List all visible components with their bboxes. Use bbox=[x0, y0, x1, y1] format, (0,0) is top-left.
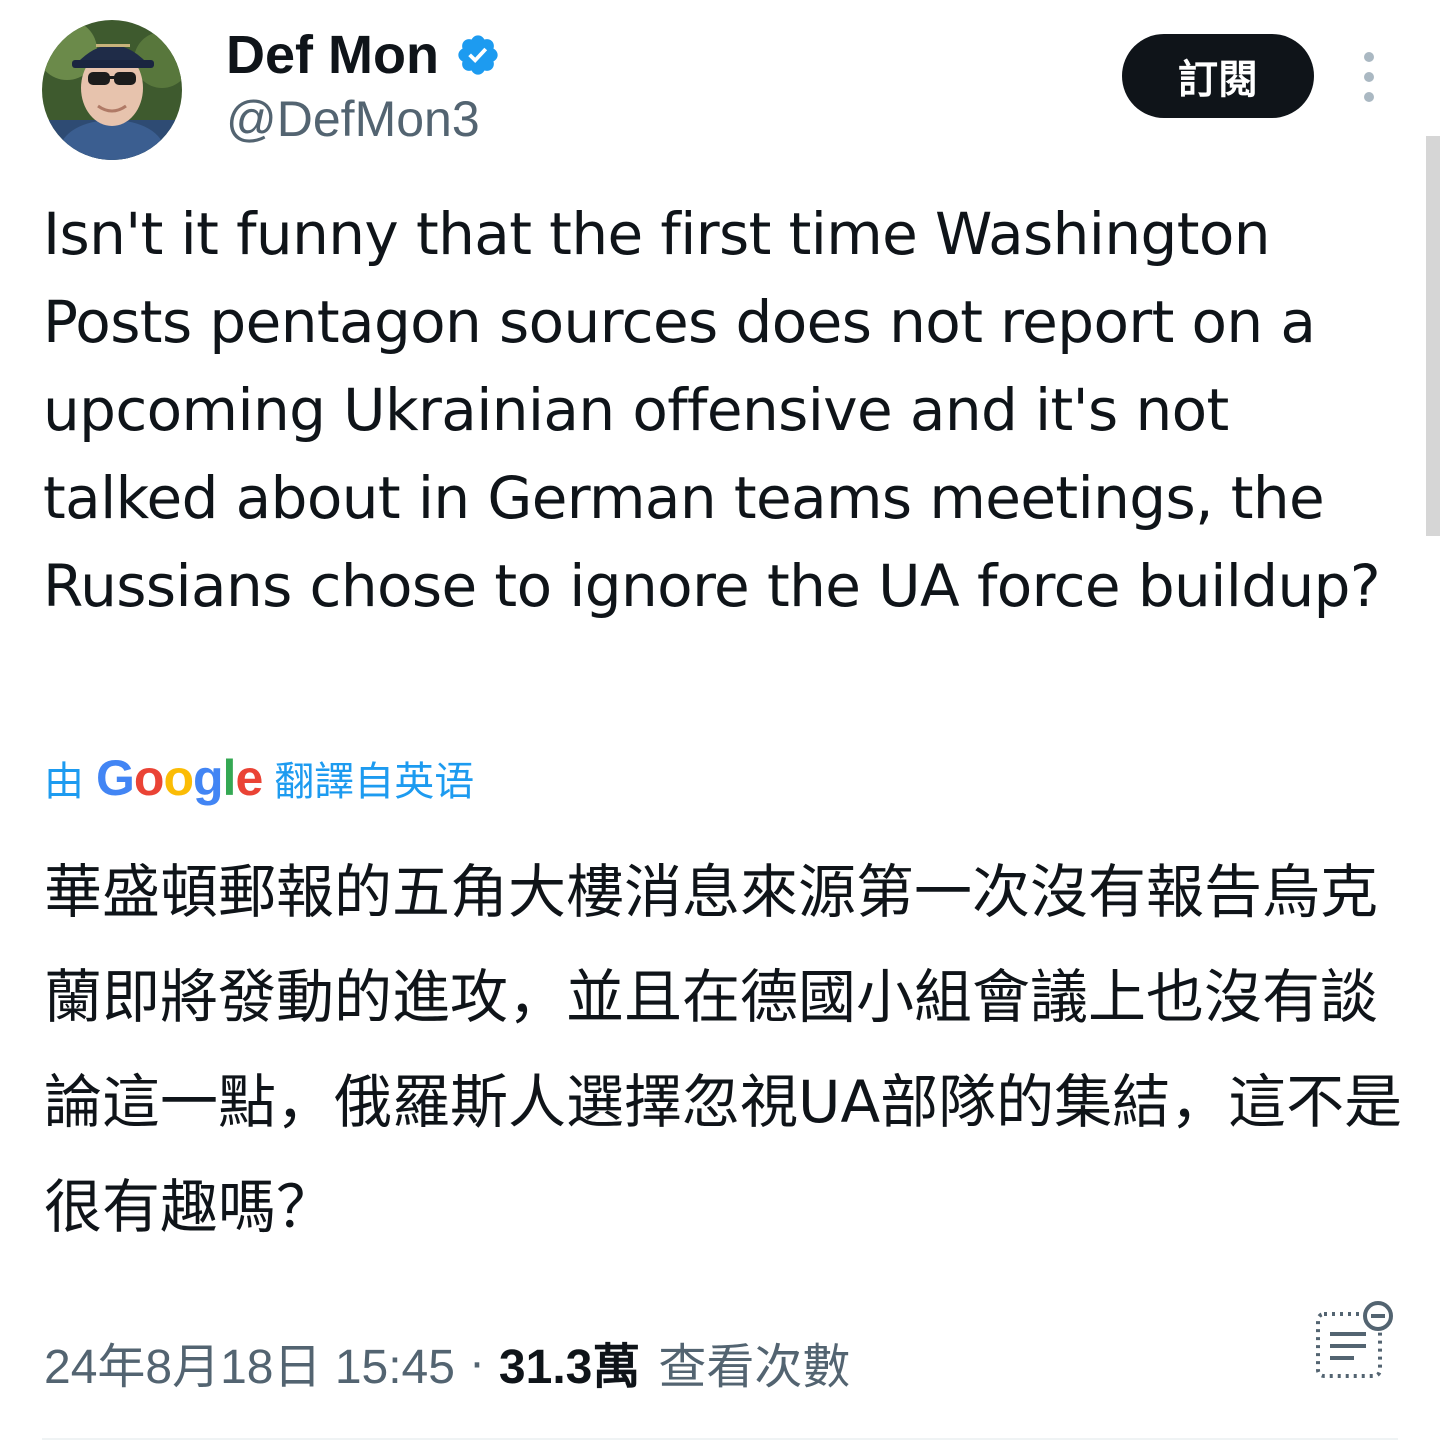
google-logo-icon: Google bbox=[96, 749, 263, 807]
translated-tweet-text: 華盛頓郵報的五角大樓消息來源第一次沒有報告烏克蘭即將發動的進攻，並且在德國小組會… bbox=[44, 858, 1403, 1241]
author-handle[interactable]: @DefMon3 bbox=[226, 88, 480, 150]
google-logo-letter: e bbox=[235, 750, 263, 806]
google-logo-letter: g bbox=[193, 750, 224, 806]
views-count: 31.3萬 bbox=[498, 1341, 641, 1394]
meta-separator: · bbox=[468, 1335, 485, 1389]
tweet-timestamp[interactable]: 24年8月18日 15:45 bbox=[44, 1327, 455, 1397]
tweet-meta: 24年8月18日 15:45 · 31.3萬 查看次數 bbox=[44, 1327, 851, 1397]
author-display-name[interactable]: Def Mon bbox=[226, 22, 439, 88]
tweet-text: Isn't it funny that the first time Washi… bbox=[43, 200, 1381, 620]
google-logo-letter: o bbox=[163, 750, 194, 806]
translation-attribution[interactable]: 由 Google 翻譯自英语 bbox=[44, 748, 474, 808]
google-logo-letter: o bbox=[133, 750, 165, 806]
vertical-ellipsis-icon[interactable] bbox=[1346, 48, 1392, 106]
scrollbar-thumb[interactable] bbox=[1426, 136, 1440, 536]
subscribe-button[interactable]: 訂閱 bbox=[1122, 34, 1314, 118]
translation-suffix: 翻譯自英语 bbox=[274, 759, 475, 805]
author-name-row[interactable]: Def Mon bbox=[226, 22, 501, 88]
google-logo-letter: l bbox=[222, 750, 237, 806]
translation-prefix: 由 bbox=[44, 759, 84, 805]
views-label: 查看次數 bbox=[658, 1341, 851, 1394]
avatar-image bbox=[42, 20, 182, 160]
google-logo-letter: G bbox=[96, 750, 135, 806]
avatar[interactable] bbox=[42, 20, 182, 160]
verified-badge-icon bbox=[458, 35, 498, 75]
community-notes-icon[interactable] bbox=[1312, 1300, 1400, 1382]
